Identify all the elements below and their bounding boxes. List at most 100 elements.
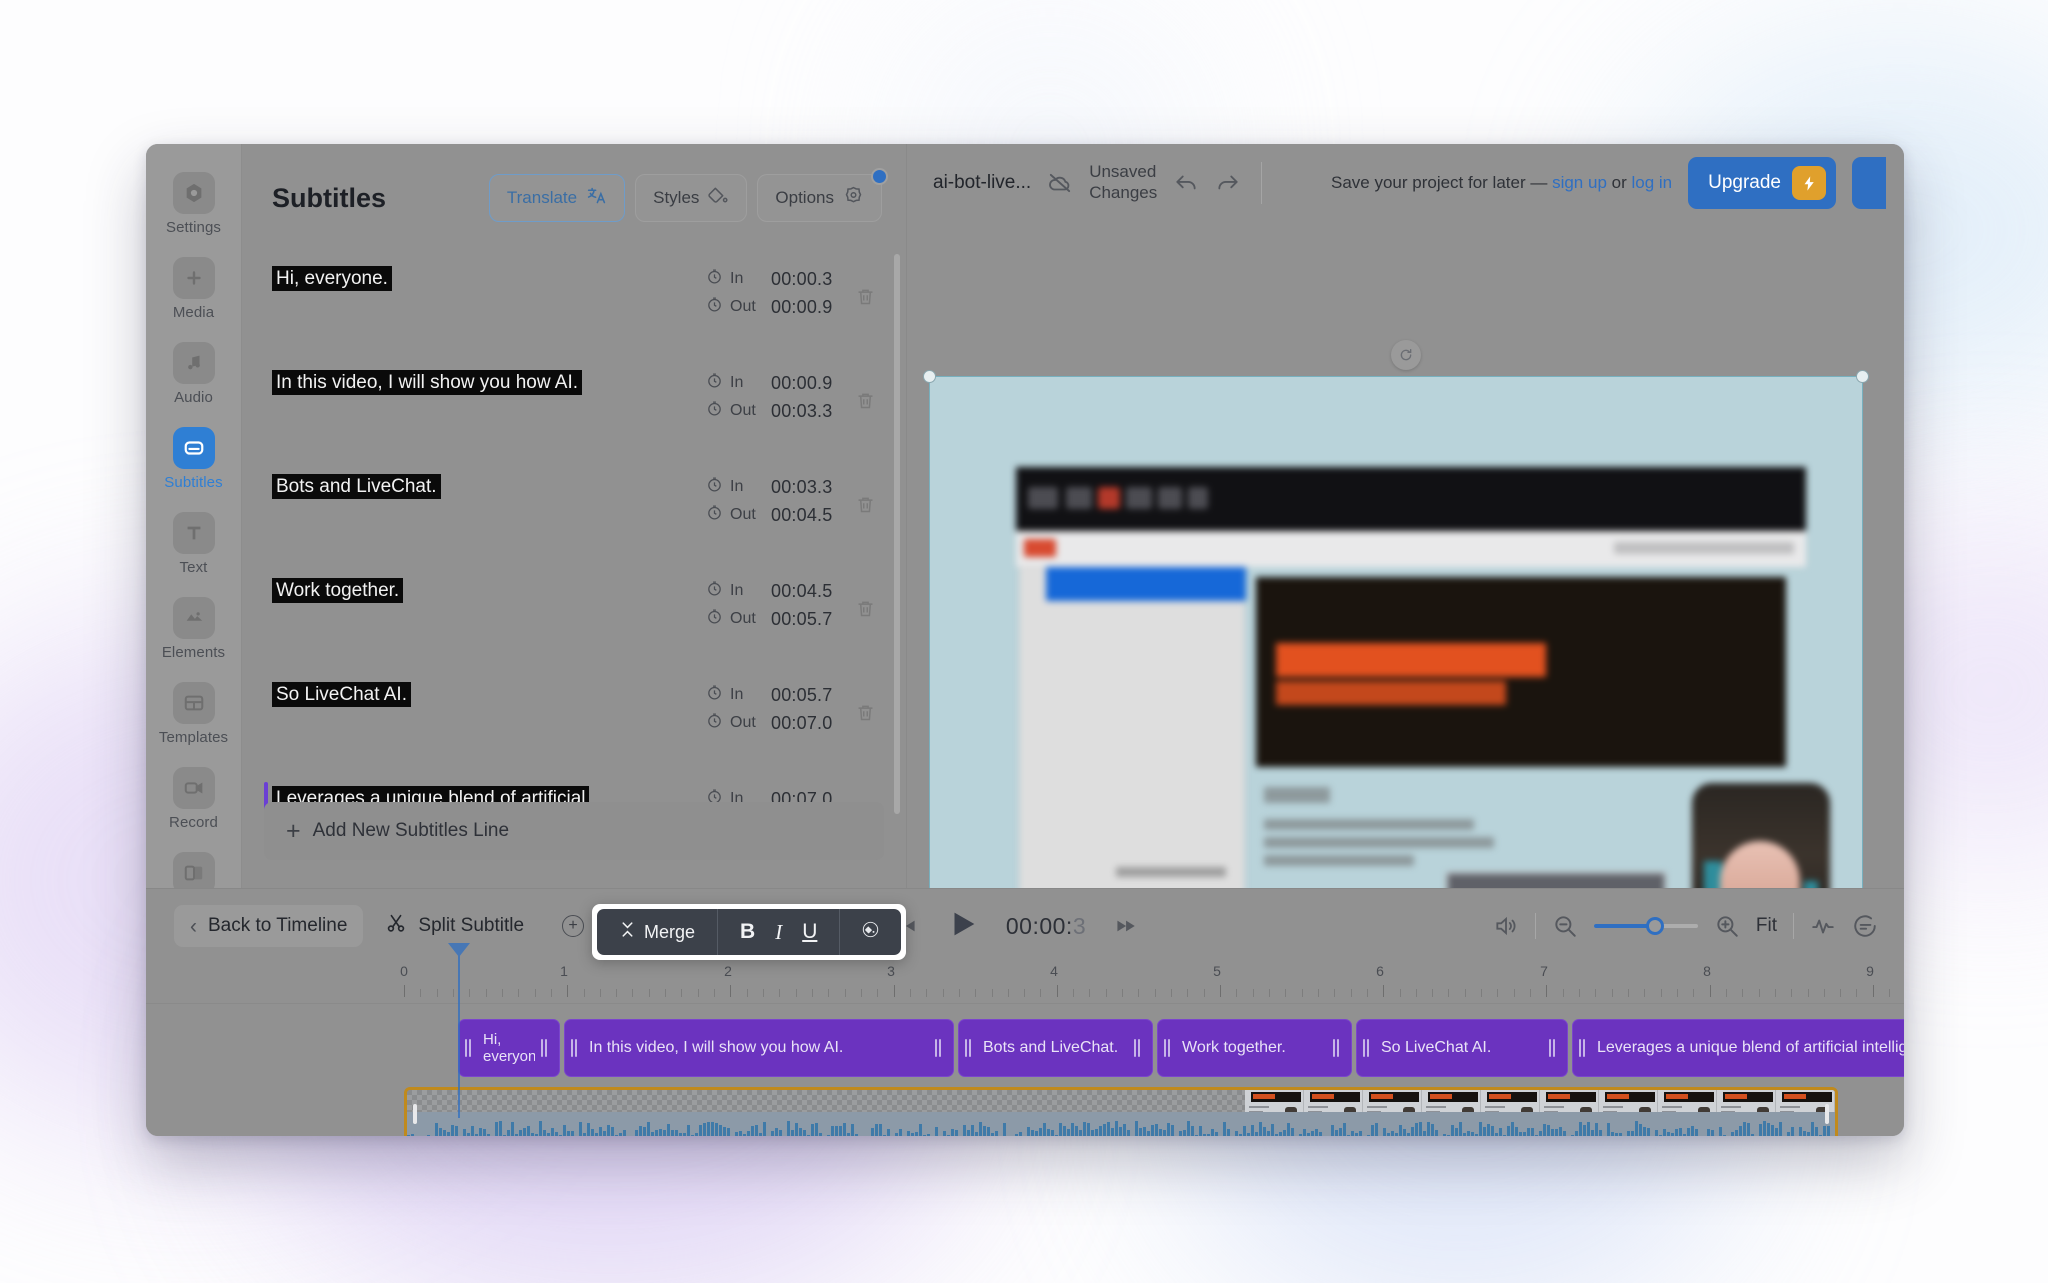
refresh-preview-button[interactable]: [1390, 340, 1421, 370]
sidebar-item-subtitles[interactable]: Subtitles: [151, 427, 237, 491]
sidebar-item-elements[interactable]: Elements: [151, 597, 237, 661]
waveform-bar: [763, 1121, 766, 1136]
waveform-bar: [447, 1132, 450, 1136]
subtitle-in-time: In 00:05.7: [706, 684, 846, 706]
captions-icon[interactable]: [1852, 913, 1878, 939]
delete-subtitle-button[interactable]: [846, 578, 884, 619]
merge-button[interactable]: Merge: [609, 909, 705, 955]
delete-subtitle-button[interactable]: [846, 370, 884, 411]
waveform-bar: [1591, 1129, 1594, 1136]
bold-button[interactable]: B: [730, 909, 765, 955]
waveform-bar: [1791, 1127, 1794, 1136]
zoom-slider[interactable]: [1593, 917, 1698, 935]
subtitle-track[interactable]: Hi, everyon In this video, I will show y…: [404, 1019, 1904, 1077]
waveform-bar: [599, 1127, 602, 1136]
media-trim-handle-left[interactable]: [413, 1104, 417, 1124]
zoom-slider-knob[interactable]: [1645, 917, 1664, 935]
timeline-clip[interactable]: In this video, I will show you how AI.: [564, 1019, 954, 1077]
clip-grip-left[interactable]: [571, 1039, 583, 1057]
subtitle-row[interactable]: Bots and LiveChat. In 00:03.3 Out 00:04.…: [272, 448, 884, 552]
subtitle-text-wrap[interactable]: So LiveChat AI.: [272, 682, 706, 707]
waveform-bar: [911, 1133, 914, 1136]
waveform-icon[interactable]: [1810, 913, 1836, 939]
waveform-bar: [1167, 1122, 1170, 1136]
project-name[interactable]: ai-bot-live...: [933, 172, 1031, 194]
ruler-tick: [746, 989, 748, 997]
sidebar-item-settings[interactable]: Settings: [151, 172, 237, 236]
play-button[interactable]: [946, 907, 980, 946]
fit-button[interactable]: Fit: [1756, 915, 1777, 937]
clip-grip-left[interactable]: [1579, 1039, 1591, 1057]
waveform-bar: [563, 1124, 566, 1136]
subtitle-list[interactable]: Hi, everyone. In 00:00.3 Out 00:00.9 In …: [242, 240, 906, 888]
subtitle-row[interactable]: So LiveChat AI. In 00:05.7 Out 00:07.0: [272, 656, 884, 760]
add-new-subtitles-line-button[interactable]: + Add New Subtitles Line: [264, 802, 884, 860]
sidebar-item-text[interactable]: Text: [151, 512, 237, 576]
upgrade-button[interactable]: Upgrade: [1688, 157, 1836, 209]
resize-handle-top-left[interactable]: [923, 370, 936, 383]
media-trim-handle-right[interactable]: [1825, 1104, 1829, 1124]
redo-button[interactable]: [1215, 170, 1241, 196]
zoom-out-icon[interactable]: [1552, 913, 1578, 939]
sidebar-item-templates[interactable]: Templates: [151, 682, 237, 746]
clip-grip-right[interactable]: [935, 1039, 947, 1057]
ruler-tick: [1709, 985, 1711, 997]
translate-button[interactable]: Translate: [488, 174, 626, 222]
delete-subtitle-button[interactable]: [846, 266, 884, 307]
left-sidebar: Settings Media Audio Subtitles Text Elem…: [146, 144, 242, 1064]
zoom-in-icon[interactable]: [1714, 913, 1740, 939]
timeline-clip[interactable]: Hi, everyon: [458, 1019, 560, 1077]
sidebar-item-record[interactable]: Record: [151, 767, 237, 831]
ruler-label: 8: [1703, 963, 1711, 979]
clip-grip-right[interactable]: [1549, 1039, 1561, 1057]
subtitle-row[interactable]: Work together. In 00:04.5 Out 00:05.7: [272, 552, 884, 656]
timeline-ruler[interactable]: 0 1 2 3 4 5 6 7 8 9 10: [146, 963, 1904, 1007]
ruler-tick: [1823, 989, 1825, 997]
clip-grip-right[interactable]: [1134, 1039, 1146, 1057]
timeline-clip[interactable]: Work together.: [1157, 1019, 1352, 1077]
waveform-bar: [1631, 1131, 1634, 1136]
subtitle-text-wrap[interactable]: Work together.: [272, 578, 706, 603]
undo-button[interactable]: [1173, 170, 1199, 196]
subtitle-row[interactable]: Hi, everyone. In 00:00.3 Out 00:00.9: [272, 240, 884, 344]
clip-grip-left[interactable]: [465, 1039, 477, 1057]
sidebar-item-audio[interactable]: Audio: [151, 342, 237, 406]
subtitle-text-wrap[interactable]: Bots and LiveChat.: [272, 474, 706, 499]
underline-button[interactable]: U: [792, 909, 827, 955]
delete-subtitle-button[interactable]: [846, 474, 884, 515]
subtitle-text-wrap[interactable]: Hi, everyone.: [272, 266, 706, 291]
playhead[interactable]: [448, 943, 470, 1118]
timeline-clip-selected[interactable]: Leverages a unique blend of artificial i…: [1572, 1019, 1904, 1077]
header-edge-button[interactable]: [1852, 157, 1886, 209]
subtitle-text-wrap[interactable]: In this video, I will show you how AI.: [272, 370, 706, 395]
log-in-link[interactable]: log in: [1631, 173, 1672, 192]
ruler-tick: [828, 989, 830, 997]
playhead-handle[interactable]: [448, 943, 470, 957]
subtitle-list-scrollbar[interactable]: [894, 254, 900, 814]
styles-button[interactable]: Styles: [635, 174, 748, 222]
resize-handle-top-right[interactable]: [1856, 370, 1869, 383]
text-color-button[interactable]: [852, 909, 889, 955]
clip-grip-left[interactable]: [965, 1039, 977, 1057]
ruler-tick: [501, 989, 503, 997]
media-track[interactable]: [404, 1087, 1838, 1136]
volume-icon[interactable]: [1493, 913, 1519, 939]
in-label: In: [730, 686, 744, 703]
back-to-timeline-button[interactable]: ‹ Back to Timeline: [174, 905, 364, 947]
options-button[interactable]: Options: [757, 168, 888, 222]
timeline-clip[interactable]: Bots and LiveChat.: [958, 1019, 1153, 1077]
skip-forward-button[interactable]: [1112, 913, 1138, 939]
timeline-clip[interactable]: So LiveChat AI.: [1356, 1019, 1568, 1077]
clip-grip-left[interactable]: [1363, 1039, 1375, 1057]
delete-subtitle-button[interactable]: [846, 682, 884, 723]
subtitle-row[interactable]: In this video, I will show you how AI. I…: [272, 344, 884, 448]
sidebar-item-media[interactable]: Media: [151, 257, 237, 321]
waveform-bar: [1087, 1122, 1090, 1136]
italic-button[interactable]: I: [765, 909, 792, 955]
waveform-bar: [1735, 1130, 1738, 1136]
waveform-bar: [1055, 1135, 1058, 1136]
sign-up-link[interactable]: sign up: [1552, 173, 1607, 192]
clip-grip-right[interactable]: [1333, 1039, 1345, 1057]
clip-grip-left[interactable]: [1164, 1039, 1176, 1057]
clip-grip-right[interactable]: [541, 1039, 553, 1057]
